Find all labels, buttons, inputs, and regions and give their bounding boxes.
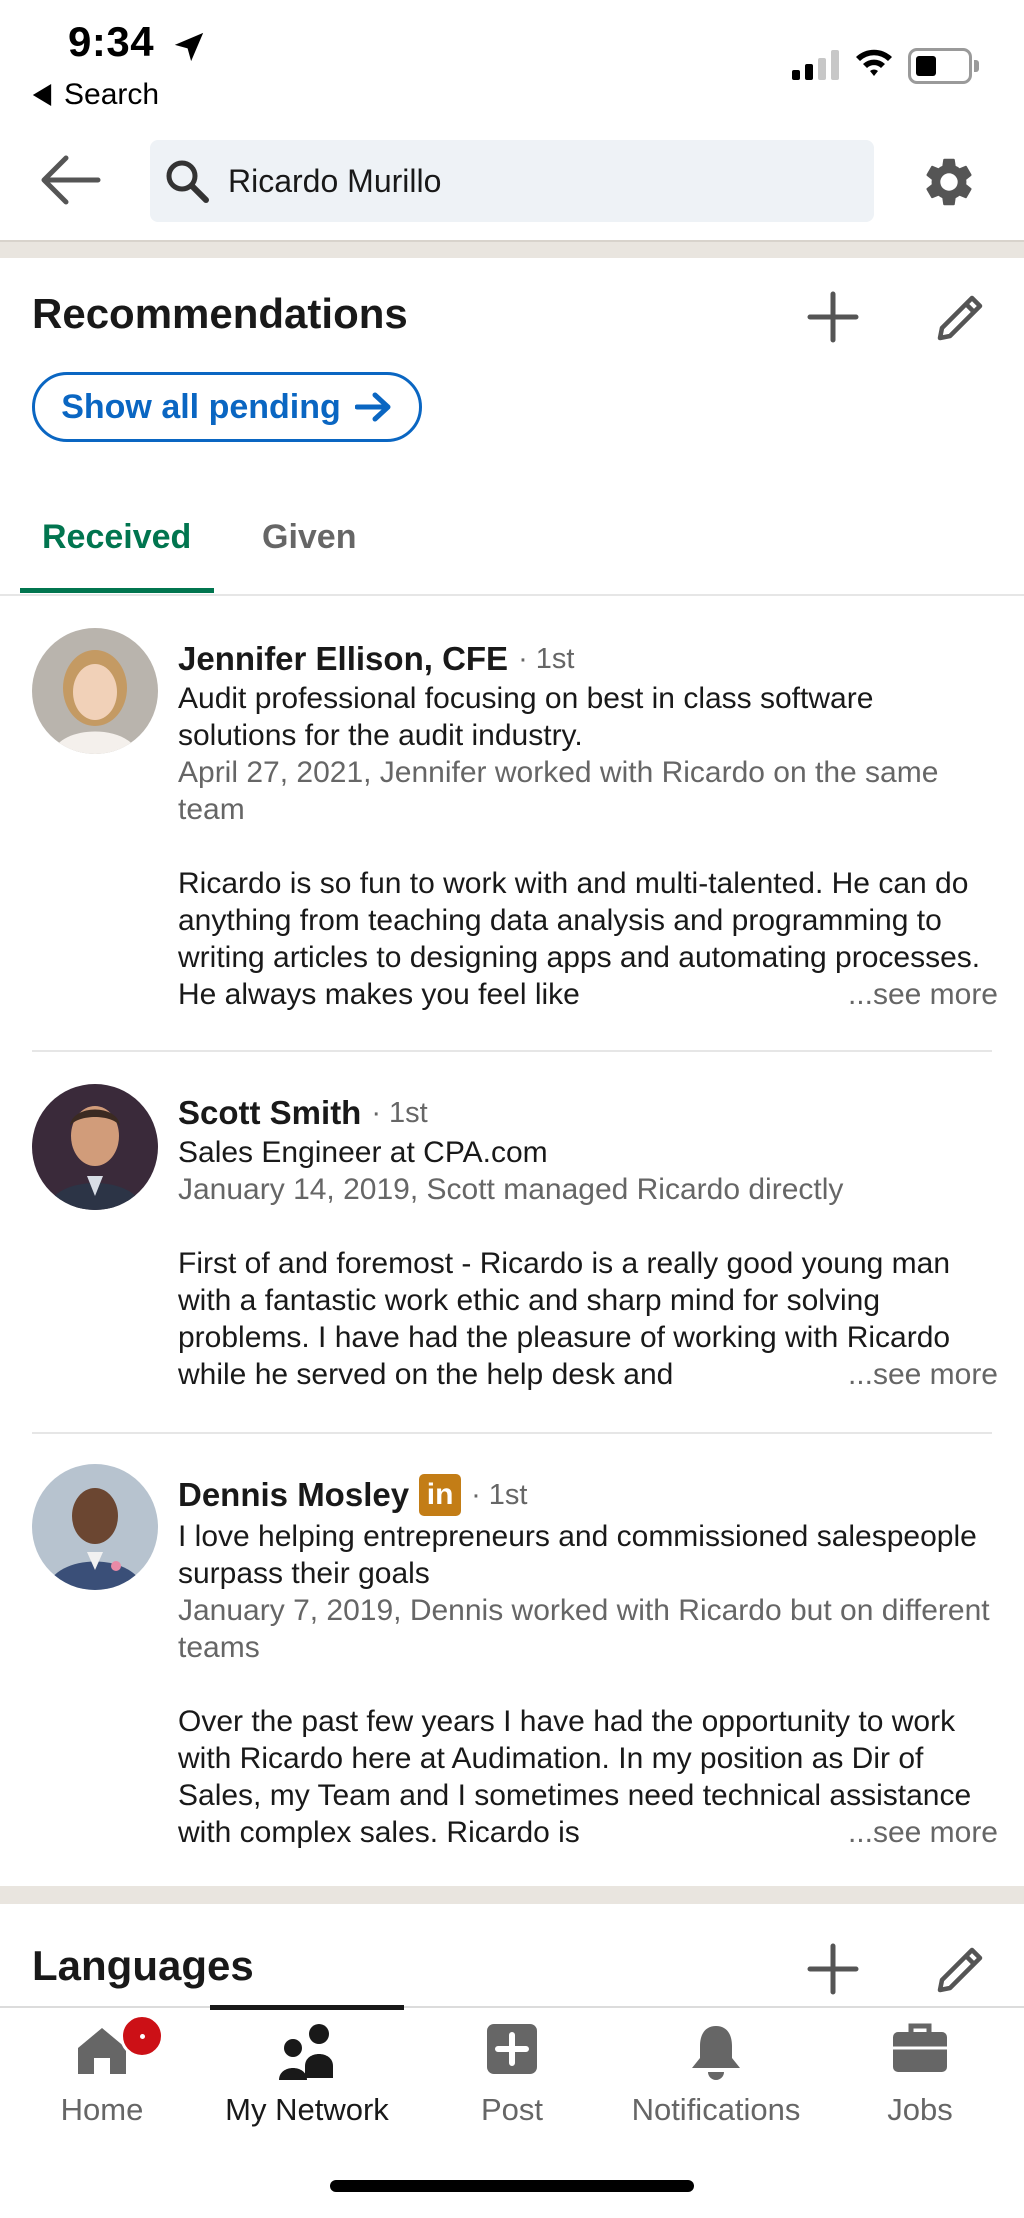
nav-post-label: Post	[480, 2092, 544, 2127]
gear-icon[interactable]	[920, 153, 978, 211]
relationship-meta: January 14, 2019, Scott managed Ricardo …	[178, 1173, 844, 1206]
briefcase-icon	[893, 2023, 947, 2072]
cellular-signal-icon	[792, 50, 839, 80]
item-divider	[32, 1432, 992, 1434]
connection-degree: · 1st	[471, 1478, 528, 1511]
recommender-headline: Audit professional focusing on best in c…	[178, 682, 874, 752]
recommender-headline: Sales Engineer at CPA.com	[178, 1136, 548, 1169]
tab-given[interactable]: Given	[262, 518, 356, 557]
avatar[interactable]	[32, 1464, 158, 1590]
plus-square-icon	[487, 2024, 537, 2074]
show-all-pending-button[interactable]: Show all pending	[32, 372, 422, 442]
search-icon	[166, 160, 209, 203]
back-triangle-icon	[32, 84, 52, 106]
back-app-label: Search	[64, 78, 160, 111]
recommender-name: Jennifer Ellison, CFE	[178, 640, 509, 677]
connection-degree: · 1st	[371, 1096, 428, 1129]
section-divider	[0, 1886, 1024, 1904]
recommendation-body: First of and foremost - Ricardo is a rea…	[178, 1247, 951, 1391]
pending-button-label: Show all pending	[61, 387, 341, 426]
recommender-name: Scott Smith	[178, 1094, 362, 1131]
nav-post[interactable]: Post	[412, 2022, 612, 2128]
see-more-link[interactable]: ...see more	[845, 976, 998, 1013]
add-language-icon[interactable]	[806, 1942, 860, 1996]
nav-jobs[interactable]: Jobs	[820, 2022, 1020, 2128]
nav-home[interactable]: Home	[2, 2014, 202, 2128]
avatar[interactable]	[32, 1084, 158, 1210]
recommender-name-row[interactable]: Dennis Mosley in · 1st	[178, 1474, 998, 1516]
home-indicator	[330, 2180, 694, 2192]
edit-pencil-icon[interactable]	[932, 290, 988, 346]
recommendation-item: Scott Smith · 1st Sales Engineer at CPA.…	[178, 1094, 998, 1393]
nav-notifications-label: Notifications	[631, 2092, 801, 2127]
recommendation-text: Over the past few years I have had the o…	[178, 1703, 998, 1851]
recommender-name-row[interactable]: Scott Smith · 1st	[178, 1094, 998, 1132]
status-time: 9:34	[68, 18, 155, 65]
active-tab-indicator	[20, 588, 214, 593]
recommender-name-row[interactable]: Jennifer Ellison, CFE · 1st	[178, 640, 998, 678]
header-divider	[0, 240, 1024, 258]
notification-badge	[120, 2014, 164, 2058]
bell-icon	[692, 2026, 740, 2080]
edit-pencil-icon[interactable]	[932, 1942, 988, 1998]
search-bar[interactable]	[150, 140, 874, 222]
tab-received[interactable]: Received	[42, 518, 191, 557]
nav-jobs-label: Jobs	[887, 2092, 953, 2127]
recommendation-text: First of and foremost - Ricardo is a rea…	[178, 1245, 998, 1393]
recommender-name: Dennis Mosley	[178, 1476, 410, 1513]
tabs-divider	[0, 594, 1024, 596]
location-arrow-icon	[174, 32, 204, 62]
item-divider	[32, 1050, 992, 1052]
recommendation-item: Jennifer Ellison, CFE · 1st Audit profes…	[178, 640, 998, 1013]
active-nav-indicator	[210, 2005, 404, 2010]
relationship-meta: April 27, 2021, Jennifer worked with Ric…	[178, 756, 939, 826]
arrow-right-icon	[354, 392, 391, 422]
recommender-headline: I love helping entrepreneurs and commiss…	[178, 1520, 977, 1590]
nav-my-network-label: My Network	[225, 2092, 389, 2127]
recommendation-text: Ricardo is so fun to work with and multi…	[178, 865, 998, 1013]
battery-icon	[908, 48, 979, 84]
people-icon	[279, 2024, 333, 2080]
recommendations-title: Recommendations	[32, 290, 408, 337]
back-to-app-link[interactable]: Search	[32, 78, 159, 112]
add-recommendation-icon[interactable]	[806, 290, 860, 344]
languages-title: Languages	[32, 1942, 254, 1989]
linkedin-premium-icon: in	[419, 1474, 462, 1516]
back-arrow-icon[interactable]	[40, 152, 102, 208]
wifi-icon	[856, 49, 892, 76]
connection-degree: · 1st	[518, 642, 575, 675]
see-more-link[interactable]: ...see more	[845, 1356, 998, 1393]
nav-home-label: Home	[60, 2092, 144, 2127]
search-input[interactable]	[228, 162, 788, 200]
avatar[interactable]	[32, 628, 158, 754]
relationship-meta: January 7, 2019, Dennis worked with Rica…	[178, 1594, 990, 1664]
nav-my-network[interactable]: My Network	[207, 2022, 407, 2128]
recommendation-item: Dennis Mosley in · 1st I love helping en…	[178, 1474, 998, 1851]
see-more-link[interactable]: ...see more	[845, 1814, 998, 1851]
nav-notifications[interactable]: Notifications	[616, 2022, 816, 2128]
